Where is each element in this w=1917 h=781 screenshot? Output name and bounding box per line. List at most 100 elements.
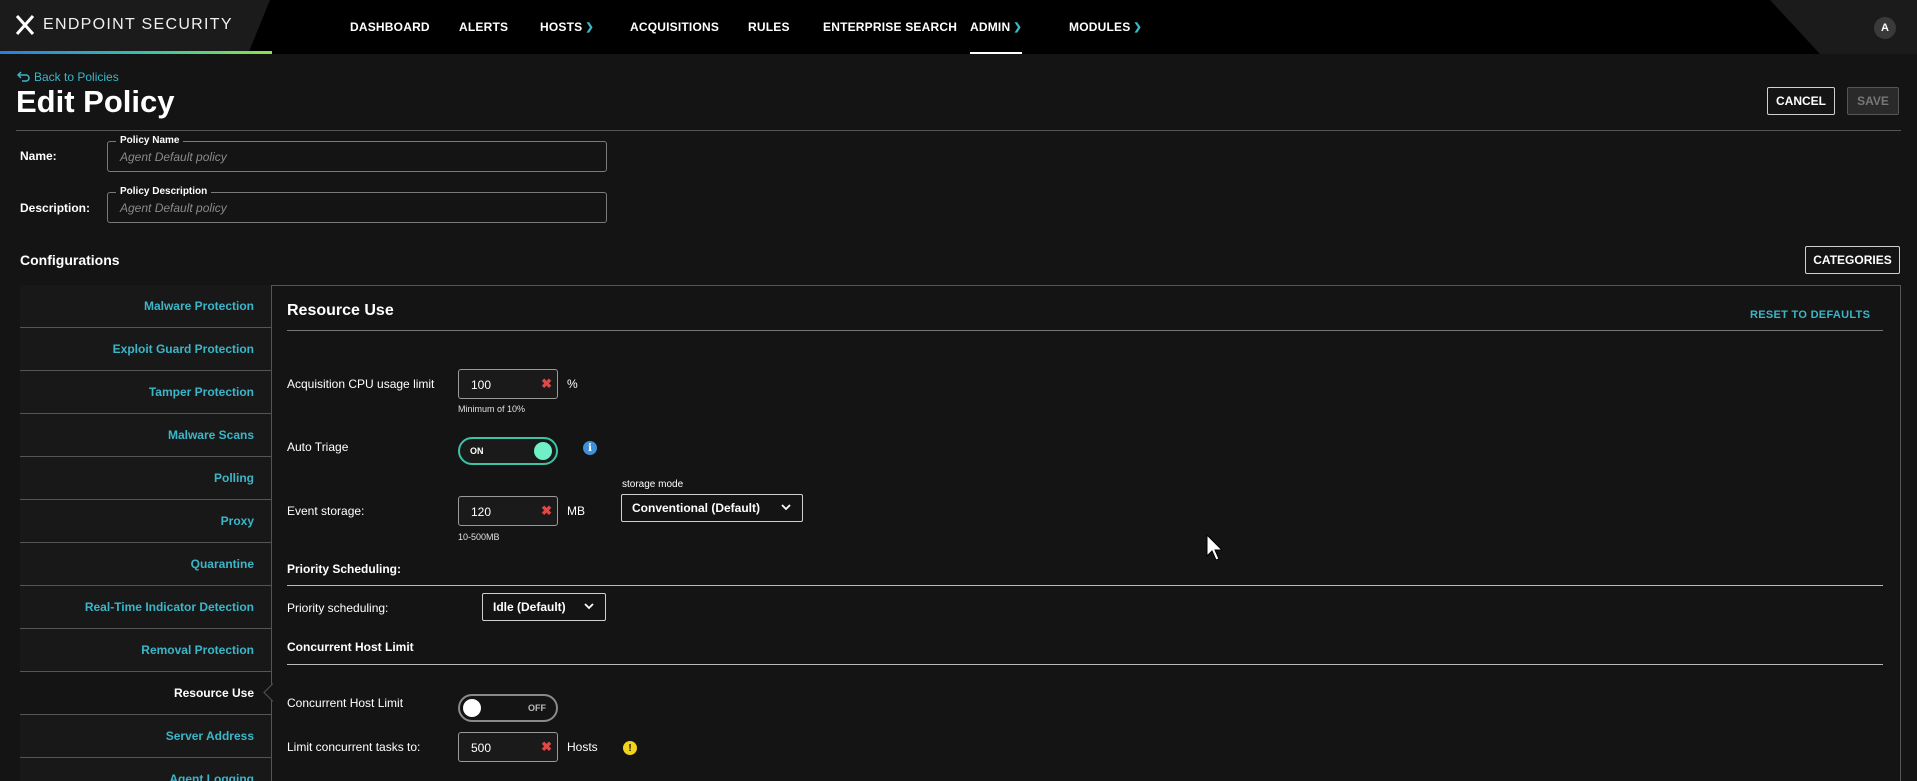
sidebar-item-polling[interactable]: Polling bbox=[20, 457, 271, 500]
categories-button[interactable]: CATEGORIES bbox=[1805, 246, 1900, 274]
nav-label: DASHBOARD bbox=[350, 20, 430, 34]
clear-icon[interactable]: ✖ bbox=[541, 503, 552, 519]
description-label: Description: bbox=[20, 201, 91, 215]
sidebar-item-label: Quarantine bbox=[190, 557, 254, 571]
limit-tasks-input[interactable]: 500 ✖ bbox=[458, 732, 558, 762]
nav-acquisitions[interactable]: ACQUISITIONS bbox=[630, 0, 719, 54]
configurations-title: Configurations bbox=[20, 252, 120, 268]
nav-label: HOSTS bbox=[540, 20, 583, 34]
sidebar-item-label: Resource Use bbox=[173, 686, 254, 700]
priority-scheduling-dropdown[interactable]: Idle (Default) bbox=[482, 593, 606, 621]
sidebar-item-label: Malware Protection bbox=[143, 299, 254, 313]
concurrent-host-limit-label: Concurrent Host Limit bbox=[287, 696, 404, 710]
sidebar-item-label: Server Address bbox=[165, 729, 254, 743]
policy-name-legend: Policy Name bbox=[116, 135, 184, 146]
clear-icon[interactable]: ✖ bbox=[541, 739, 552, 755]
policy-description-legend: Policy Description bbox=[116, 186, 212, 197]
cpu-limit-input[interactable]: 100 ✖ bbox=[458, 369, 558, 399]
reset-to-defaults-link[interactable]: RESET TO DEFAULTS bbox=[1750, 309, 1870, 321]
nav-label: ALERTS bbox=[459, 20, 509, 34]
back-to-policies-link[interactable]: Back to Policies bbox=[17, 70, 119, 84]
sidebar-item-removal-protection[interactable]: Removal Protection bbox=[20, 629, 271, 672]
sidebar-item-malware-protection[interactable]: Malware Protection bbox=[20, 285, 271, 328]
resource-use-title: Resource Use bbox=[287, 302, 394, 319]
nav-dashboard[interactable]: DASHBOARD bbox=[350, 0, 430, 54]
cpu-limit-hint: Minimum of 10% bbox=[458, 404, 526, 414]
cpu-limit-value: 100 bbox=[471, 378, 492, 392]
save-button[interactable]: SAVE bbox=[1847, 87, 1899, 115]
storage-mode-dropdown[interactable]: Conventional (Default) bbox=[621, 494, 803, 522]
chevron-down-icon: ❯ bbox=[1013, 21, 1022, 33]
nav-enterprise-search[interactable]: ENTERPRISE SEARCH bbox=[823, 0, 957, 54]
event-storage-value: 120 bbox=[471, 505, 492, 519]
sidebar-item-server-address[interactable]: Server Address bbox=[20, 715, 271, 758]
sidebar-item-exploit-guard-protection[interactable]: Exploit Guard Protection bbox=[20, 328, 271, 371]
nav-admin[interactable]: ADMIN ❯ bbox=[970, 0, 1022, 54]
concurrent-host-limit-heading: Concurrent Host Limit bbox=[287, 640, 414, 654]
priority-scheduling-value: Idle (Default) bbox=[493, 600, 566, 614]
chevron-down-icon bbox=[584, 603, 594, 610]
concurrent-host-limit-toggle[interactable]: OFF bbox=[458, 694, 558, 722]
sidebar-item-label: Malware Scans bbox=[167, 428, 254, 442]
nav-modules[interactable]: MODULES ❯ bbox=[1069, 0, 1142, 54]
mouse-cursor-icon bbox=[1206, 534, 1224, 561]
cpu-limit-unit: % bbox=[567, 377, 578, 391]
sidebar-item-label: Tamper Protection bbox=[148, 385, 254, 399]
event-storage-hint: 10-500MB bbox=[458, 532, 500, 542]
limit-tasks-unit: Hosts bbox=[567, 740, 598, 754]
nav-label: ACQUISITIONS bbox=[630, 20, 720, 34]
storage-mode-value: Conventional (Default) bbox=[632, 501, 760, 515]
sidebar-item-resource-use[interactable]: Resource Use bbox=[20, 672, 271, 715]
priority-divider bbox=[287, 585, 1883, 586]
toggle-state-label: ON bbox=[470, 446, 484, 456]
chevron-down-icon: ❯ bbox=[1133, 21, 1142, 33]
sidebar-item-malware-scans[interactable]: Malware Scans bbox=[20, 414, 271, 457]
policy-name-field[interactable]: Policy Name Agent Default policy bbox=[107, 135, 607, 172]
page-title: Edit Policy bbox=[16, 84, 175, 119]
name-label: Name: bbox=[20, 149, 57, 163]
user-avatar[interactable]: A bbox=[1874, 17, 1896, 39]
brand-gradient-stripe bbox=[0, 51, 272, 54]
info-icon[interactable]: i bbox=[583, 441, 597, 455]
nav-alerts[interactable]: ALERTS bbox=[459, 0, 508, 54]
sidebar-item-real-time-indicator-detection[interactable]: Real-Time Indicator Detection bbox=[20, 586, 271, 629]
sidebar-item-proxy[interactable]: Proxy bbox=[20, 500, 271, 543]
back-link-label: Back to Policies bbox=[34, 70, 119, 84]
cancel-button[interactable]: CANCEL bbox=[1767, 87, 1835, 115]
cpu-limit-label: Acquisition CPU usage limit bbox=[287, 377, 435, 391]
brand-name: ENDPOINT SECURITY bbox=[43, 16, 233, 33]
policy-name-placeholder: Agent Default policy bbox=[120, 150, 227, 164]
auto-triage-label: Auto Triage bbox=[287, 440, 349, 454]
sidebar-item-quarantine[interactable]: Quarantine bbox=[20, 543, 271, 586]
brand-logo-icon[interactable] bbox=[14, 14, 36, 36]
policy-description-field[interactable]: Policy Description Agent Default policy bbox=[107, 186, 607, 223]
priority-scheduling-heading: Priority Scheduling: bbox=[287, 562, 402, 576]
limit-tasks-label: Limit concurrent tasks to: bbox=[287, 740, 421, 754]
toggle-state-label: OFF bbox=[528, 703, 546, 713]
nav-label: ENTERPRISE SEARCH bbox=[823, 20, 958, 34]
event-storage-input[interactable]: 120 ✖ bbox=[458, 496, 558, 526]
sidebar-item-tamper-protection[interactable]: Tamper Protection bbox=[20, 371, 271, 414]
toggle-knob bbox=[463, 699, 481, 717]
nav-label: RULES bbox=[748, 20, 790, 34]
auto-triage-toggle[interactable]: ON bbox=[458, 437, 558, 465]
toggle-knob bbox=[534, 442, 552, 460]
sidebar-item-label: Real-Time Indicator Detection bbox=[84, 600, 254, 614]
chevron-down-icon bbox=[781, 504, 791, 511]
warning-icon[interactable]: ! bbox=[623, 741, 637, 755]
limit-tasks-value: 500 bbox=[471, 741, 492, 755]
concurrent-divider bbox=[287, 664, 1883, 665]
policy-description-placeholder: Agent Default policy bbox=[120, 201, 227, 215]
nav-hosts[interactable]: HOSTS ❯ bbox=[540, 0, 594, 54]
sidebar-item-agent-logging[interactable]: Agent Logging bbox=[20, 758, 271, 781]
sidebar-item-label: Exploit Guard Protection bbox=[112, 342, 254, 356]
event-storage-label: Event storage: bbox=[287, 504, 365, 518]
nav-rules[interactable]: RULES bbox=[748, 0, 790, 54]
back-arrow-icon bbox=[17, 71, 30, 82]
clear-icon[interactable]: ✖ bbox=[541, 376, 552, 392]
nav-label: MODULES bbox=[1069, 20, 1131, 34]
priority-scheduling-label: Priority scheduling: bbox=[287, 601, 389, 615]
content-title-divider bbox=[287, 330, 1883, 331]
header-divider bbox=[16, 130, 1901, 131]
sidebar-item-label: Removal Protection bbox=[141, 643, 254, 657]
